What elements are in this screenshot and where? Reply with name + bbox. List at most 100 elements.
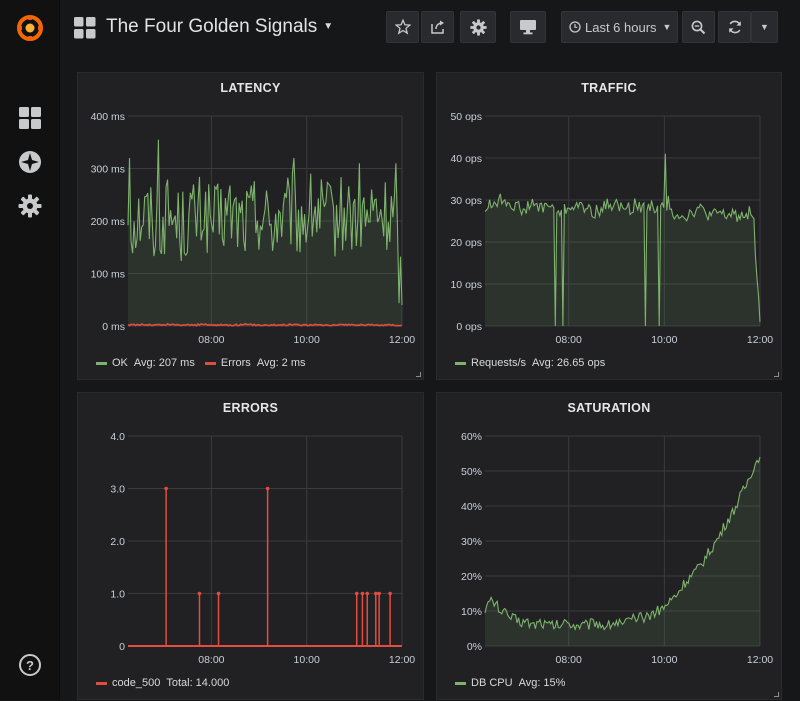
x-tick-label: 12:00 [747, 654, 773, 666]
caret-down-icon: ▼ [662, 22, 672, 32]
side-menu: ? [0, 0, 60, 700]
x-tick-label: 08:00 [556, 334, 582, 346]
data-point [373, 591, 378, 596]
x-tick-label: 12:00 [389, 654, 415, 666]
data-point [388, 591, 392, 596]
legend: DB CPU Avg: 15% [455, 677, 575, 689]
y-tick-label: 1.0 [110, 589, 125, 601]
legend-swatch [96, 361, 107, 365]
data-point [197, 591, 202, 596]
star-icon [394, 19, 411, 35]
latency-panel: LATENCY 0 ms 100 ms 200 ms 300 ms 400 ms 08:0… [77, 72, 424, 380]
y-tick-label: 20 ops [450, 237, 482, 249]
legend-item-errors[interactable]: Errors Avg: 2 ms [204, 357, 306, 369]
time-picker-button[interactable]: Last 6 hours ▼ [561, 11, 678, 43]
share-button[interactable] [421, 11, 454, 43]
data-point [377, 591, 381, 596]
data-point [365, 591, 370, 596]
refresh-button[interactable] [718, 11, 751, 43]
share-icon [430, 20, 444, 34]
legend-swatch [96, 681, 107, 685]
y-tick-label: 400 ms [91, 111, 125, 123]
saturation-chart: 0% 10% 20% 30% 40% 50% 60% 08:00 10:00 12:00 [461, 431, 773, 666]
legend-stat: Total: 14.000 [166, 677, 230, 689]
refresh-icon [728, 20, 741, 34]
traffic-panel: TRAFFIC 0 ops 10 ops 20 ops 30 ops 40 ops 50 … [436, 72, 782, 380]
dashboard-title[interactable]: The Four Golden Signals ▼ [106, 16, 333, 38]
legend-stat: Avg: 2 ms [256, 357, 306, 369]
legend-series-name: Requests/s [471, 357, 527, 369]
x-tick-label: 08:00 [556, 654, 582, 666]
star-button[interactable] [386, 11, 419, 43]
y-tick-label: 50 ops [450, 111, 482, 123]
dashboards-icon[interactable] [0, 98, 60, 138]
legend-stat: Avg: 26.65 ops [532, 357, 606, 369]
y-tick-label: 40% [461, 501, 482, 513]
y-tick-label: 50% [461, 466, 482, 478]
data-point [216, 591, 221, 596]
y-tick-label: 2.0 [110, 536, 125, 548]
y-tick-label: 20% [461, 571, 482, 583]
legend-item-db-cpu[interactable]: DB CPU Avg: 15% [455, 677, 565, 689]
latency-chart: 0 ms 100 ms 200 ms 300 ms 400 ms 08:00 10:00 12… [91, 111, 416, 346]
zoom-out-icon [691, 20, 706, 34]
settings-button[interactable] [460, 11, 496, 43]
legend-series-name: Errors [220, 357, 251, 369]
y-tick-label: 300 ms [91, 164, 125, 176]
legend-stat: Avg: 207 ms [133, 357, 195, 369]
zoom-out-button[interactable] [682, 11, 715, 43]
series-area-requests-s [485, 153, 760, 326]
legend-series-name: code_500 [112, 677, 161, 689]
series-area-db-cpu [485, 457, 760, 646]
y-tick-label: 0 [119, 641, 125, 653]
y-tick-label: 0% [467, 641, 482, 653]
x-tick-label: 12:00 [389, 334, 415, 346]
traffic-chart: 0 ops 10 ops 20 ops 30 ops 40 ops 50 ops 08:00… [450, 111, 773, 346]
grafana-logo-icon[interactable] [0, 8, 60, 48]
help-glyph: ? [19, 654, 41, 676]
help-icon[interactable]: ? [0, 645, 60, 685]
legend-stat: Avg: 15% [518, 677, 566, 689]
legend-item-ok[interactable]: OK Avg: 207 ms [96, 357, 195, 369]
legend: code_500 Total: 14.000 [96, 677, 239, 689]
y-tick-label: 200 ms [91, 216, 125, 228]
legend-swatch [455, 681, 466, 685]
legend-item-requests[interactable]: Requests/s Avg: 26.65 ops [455, 357, 605, 369]
clock-icon [569, 21, 581, 33]
x-tick-label: 10:00 [294, 654, 320, 666]
x-tick-label: 10:00 [651, 334, 677, 346]
refresh-interval-button[interactable]: ▼ [751, 11, 778, 43]
panel-resize-handle[interactable] [774, 372, 779, 377]
y-tick-label: 30% [461, 536, 482, 548]
saturation-panel: SATURATION 0% 10% 20% 30% 40% 50% 60% 08:00 10:0… [436, 392, 782, 700]
panel-resize-handle[interactable] [774, 692, 779, 697]
y-tick-label: 4.0 [110, 431, 125, 443]
tv-mode-button[interactable] [510, 11, 546, 43]
legend: Requests/s Avg: 26.65 ops [455, 357, 615, 369]
configuration-icon[interactable] [0, 186, 60, 226]
dashboard-grid-icon [74, 17, 96, 39]
x-tick-label: 08:00 [198, 654, 224, 666]
x-tick-label: 12:00 [747, 334, 773, 346]
caret-down-icon: ▼ [323, 21, 334, 33]
y-tick-label: 10 ops [450, 279, 482, 291]
data-point [164, 486, 168, 491]
y-tick-label: 3.0 [110, 484, 125, 496]
y-tick-label: 0 ms [102, 321, 125, 333]
gear-icon [469, 18, 487, 36]
panel-resize-handle[interactable] [416, 372, 421, 377]
legend-item-code500[interactable]: code_500 Total: 14.000 [96, 677, 229, 689]
legend-series-name: DB CPU [471, 677, 513, 689]
legend-series-name: OK [112, 357, 128, 369]
legend-swatch [204, 361, 216, 365]
caret-down-icon: ▼ [760, 22, 769, 32]
y-tick-label: 0 ops [456, 321, 482, 333]
x-tick-label: 10:00 [651, 654, 677, 666]
data-point [265, 486, 270, 491]
y-tick-label: 60% [461, 431, 482, 443]
errors-chart: 0 1.0 2.0 3.0 4.0 08:00 10:00 12:00 [110, 431, 415, 666]
x-tick-label: 08:00 [198, 334, 224, 346]
explore-icon[interactable] [0, 142, 60, 182]
navbar: The Four Golden Signals ▼ Last 6 hours ▼ [60, 0, 800, 58]
errors-panel: ERRORS 0 1.0 2.0 3.0 4.0 08:00 10:00 12:00 code… [77, 392, 424, 700]
